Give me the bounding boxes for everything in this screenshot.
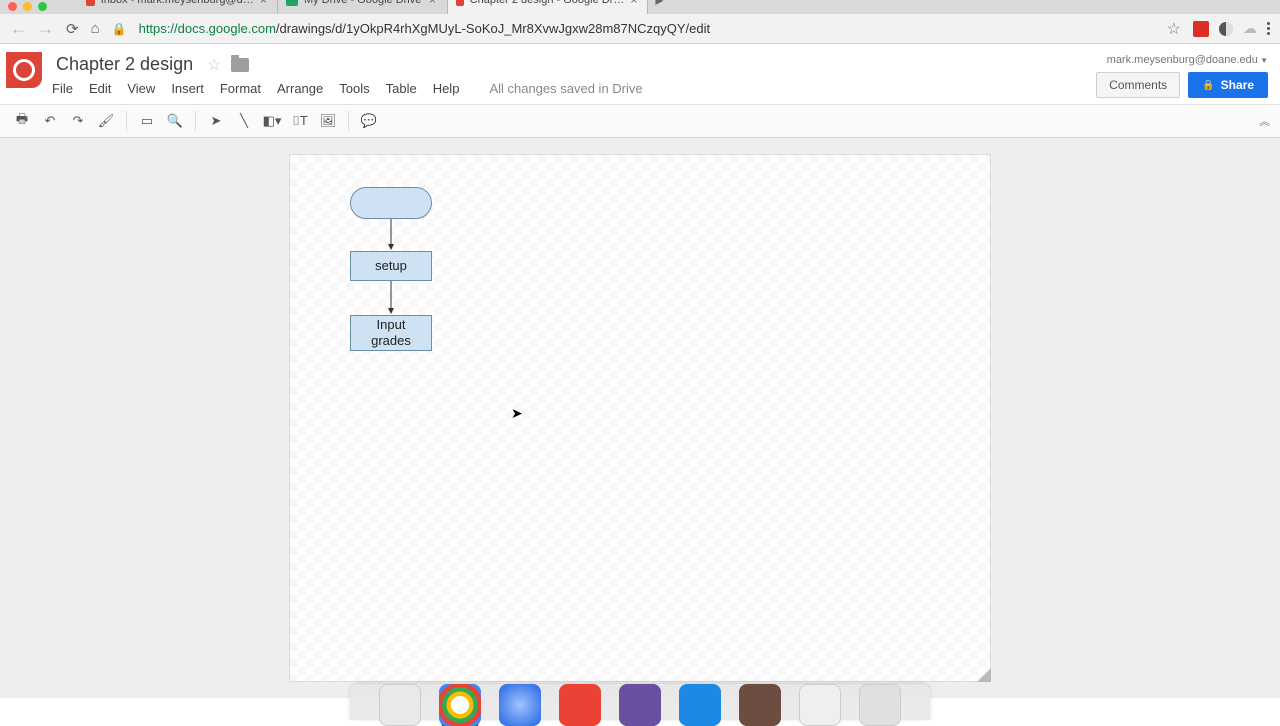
menu-arrange[interactable]: Arrange (277, 81, 323, 96)
close-icon[interactable]: × (630, 0, 637, 6)
bookmark-star-icon[interactable]: ☆ (1167, 19, 1181, 39)
line-tool[interactable]: ╲ (232, 108, 256, 134)
shape-tool[interactable]: ◧▾ (260, 108, 284, 134)
window-max-dot[interactable] (38, 2, 47, 11)
browser-toolbar: ← → ⟳ ⌂ 🔒 https://docs.google.com/drawin… (0, 14, 1280, 44)
tab-label: Chapter 2 design - Google Dr… (470, 0, 625, 6)
zoom-button[interactable]: 🔍 (163, 108, 187, 134)
account-email[interactable]: mark.meysenburg@doane.edu (1096, 54, 1268, 66)
canvas-resize-handle[interactable] (977, 668, 991, 682)
address-bar[interactable]: https://docs.google.com/drawings/d/1yOkp… (139, 21, 1155, 36)
drawing-canvas[interactable]: setup Input grades ➤ (289, 154, 991, 682)
menu-edit[interactable]: Edit (89, 81, 111, 96)
window-min-dot[interactable] (23, 2, 32, 11)
menu-table[interactable]: Table (386, 81, 417, 96)
flowchart-connectors (290, 155, 992, 683)
canvas-background[interactable]: setup Input grades ➤ (0, 138, 1280, 698)
window-close-dot[interactable] (8, 2, 17, 11)
home-button[interactable]: ⌂ (91, 20, 100, 37)
lock-icon: 🔒 (1202, 80, 1214, 91)
drive-favicon (286, 0, 298, 6)
share-button[interactable]: 🔒 Share (1188, 72, 1268, 98)
url-path: /drawings/d/1yOkpR4rhXgMUyL-SoKoJ_Mr8Xvw… (276, 21, 710, 36)
star-icon[interactable]: ☆ (207, 55, 221, 75)
new-tab-button[interactable]: ▸ (648, 0, 670, 14)
select-tool[interactable]: ➤ (204, 108, 228, 134)
undo-button[interactable]: ↶ (38, 108, 62, 134)
paint-format-button[interactable]: 🖌 (94, 108, 118, 134)
browser-menu-icon[interactable] (1267, 22, 1270, 35)
drawings-favicon (456, 0, 463, 6)
reload-button[interactable]: ⟳ (66, 20, 79, 38)
move-folder-icon[interactable] (231, 58, 249, 72)
document-title[interactable]: Chapter 2 design (52, 52, 197, 77)
mail-favicon (86, 0, 95, 6)
menu-tools[interactable]: Tools (339, 81, 369, 96)
close-icon[interactable]: × (260, 0, 267, 6)
extension-icon[interactable]: ☁ (1243, 20, 1257, 37)
browser-tabstrip: Inbox - mark.meysenburg@d… × My Drive - … (0, 0, 1280, 14)
menu-bar: File Edit View Insert Format Arrange Too… (52, 81, 1096, 96)
macos-dock (350, 684, 930, 720)
forward-button: → (37, 19, 54, 39)
zoom-fit-button[interactable]: ▭ (135, 108, 159, 134)
share-label: Share (1221, 78, 1254, 92)
browser-tab[interactable]: My Drive - Google Drive × (278, 0, 448, 14)
redo-button[interactable]: ↷ (66, 108, 90, 134)
menu-view[interactable]: View (127, 81, 155, 96)
browser-tab[interactable]: Inbox - mark.meysenburg@d… × (78, 0, 278, 14)
textbox-tool[interactable]: ⌷T (288, 108, 312, 134)
browser-tab-active[interactable]: Chapter 2 design - Google Dr… × (448, 0, 648, 14)
comment-tool[interactable]: 💬 (357, 108, 381, 134)
url-host: https://docs.google.com (139, 21, 276, 36)
collapse-toolbar-icon[interactable]: ︽ (1259, 113, 1270, 129)
lock-icon: 🔒 (112, 22, 127, 36)
menu-file[interactable]: File (52, 81, 73, 96)
save-status: All changes saved in Drive (489, 81, 642, 96)
extension-icon[interactable] (1193, 21, 1209, 37)
mouse-cursor: ➤ (511, 405, 523, 422)
menu-format[interactable]: Format (220, 81, 261, 96)
comments-button[interactable]: Comments (1096, 72, 1180, 98)
drawing-toolbar: 🖶 ↶ ↷ 🖌 ▭ 🔍 ➤ ╲ ◧▾ ⌷T 🖼 💬 ︽ (0, 104, 1280, 138)
menu-help[interactable]: Help (433, 81, 460, 96)
tab-label: Inbox - mark.meysenburg@d… (101, 0, 254, 6)
menu-insert[interactable]: Insert (171, 81, 204, 96)
tab-label: My Drive - Google Drive (304, 0, 421, 6)
image-tool[interactable]: 🖼 (316, 108, 340, 134)
close-icon[interactable]: × (427, 0, 437, 6)
app-logo[interactable] (6, 52, 42, 88)
print-button[interactable]: 🖶 (10, 108, 34, 134)
extension-icon[interactable] (1219, 22, 1233, 36)
back-button[interactable]: ← (10, 19, 27, 39)
